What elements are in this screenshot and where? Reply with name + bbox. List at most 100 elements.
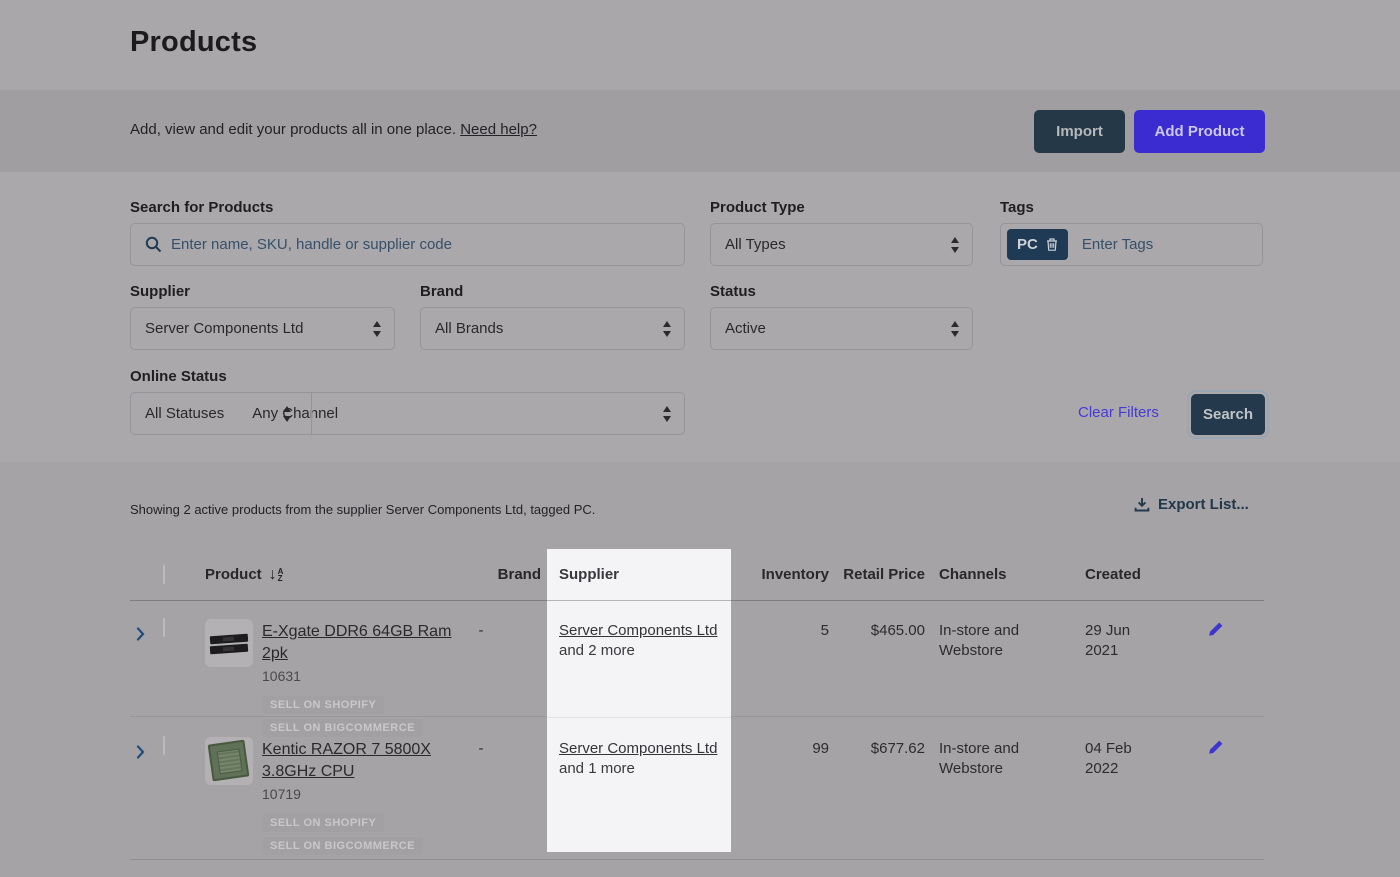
tag-chip-pc[interactable]: PC [1007, 229, 1068, 260]
channels-value: In-store and Webstore [939, 739, 1031, 779]
product-info: E-Xgate DDR6 64GB Ram 2pk 10631 SELL ON … [262, 619, 455, 737]
header-retail-price: Retail Price [829, 566, 925, 583]
row-checkbox[interactable] [163, 736, 165, 755]
retail-price-value: $677.62 [829, 739, 925, 759]
clear-filters-link[interactable]: Clear Filters [1078, 404, 1159, 421]
tags-field[interactable]: PC [1000, 223, 1263, 266]
chevron-right-icon[interactable] [136, 745, 145, 759]
sort-letter-z: Z [278, 575, 284, 582]
online-status-label: Online Status [130, 368, 227, 385]
select-arrows-icon [663, 406, 671, 422]
export-list-label: Export List... [1158, 496, 1249, 513]
header-product: Product ↓ AZ [205, 566, 455, 583]
export-list-link[interactable]: Export List... [1134, 496, 1249, 513]
product-sku: 10631 [262, 668, 455, 684]
import-button[interactable]: Import [1034, 110, 1125, 153]
edit-pencil-icon[interactable] [1208, 621, 1224, 637]
search-field[interactable] [130, 223, 685, 266]
chevron-right-icon[interactable] [136, 627, 145, 641]
inventory-value: 5 [731, 621, 829, 641]
supplier-select[interactable]: Server Components Ltd [130, 307, 395, 350]
product-type-select[interactable]: All Types [710, 223, 973, 266]
product-cell: Kentic RAZOR 7 5800X 3.8GHz CPU 10719 SE… [205, 737, 455, 855]
row-checkbox-cell [156, 737, 205, 755]
retail-price-cell: $677.62 [829, 737, 925, 759]
product-name-link[interactable]: Kentic RAZOR 7 5800X 3.8GHz CPU [262, 741, 431, 780]
product-info: Kentic RAZOR 7 5800X 3.8GHz CPU 10719 SE… [262, 737, 455, 855]
inventory-cell: 99 [731, 737, 829, 759]
brand-filter-value: All Brands [421, 320, 503, 337]
tag-chip-label: PC [1017, 236, 1038, 253]
inventory-value: 99 [731, 739, 829, 759]
header-product-label: Product [205, 566, 262, 583]
supplier-column-highlight [547, 549, 731, 852]
supplier-link[interactable]: Server Components Ltd [559, 622, 717, 639]
channels-cell: In-store and Webstore [925, 737, 1071, 779]
filters-panel: Search for Products Product Type All Typ… [0, 172, 1400, 462]
header-brand: Brand [455, 566, 547, 583]
supplier-cell: Server Components Ltd and 1 more [547, 737, 731, 779]
sell-on-shopify-badge: SELL ON SHOPIFY [262, 814, 384, 832]
retail-price-cell: $465.00 [829, 619, 925, 641]
select-arrows-icon [951, 321, 959, 337]
channel-badges: SELL ON SHOPIFY SELL ON BIGCOMMERCE [262, 696, 455, 737]
channel-value[interactable]: Any Channel [224, 405, 338, 422]
channel-badges: SELL ON SHOPIFY SELL ON BIGCOMMERCE [262, 814, 455, 855]
online-status-value[interactable]: All Statuses [131, 405, 224, 422]
select-arrows-icon [951, 237, 959, 253]
add-product-button[interactable]: Add Product [1134, 110, 1265, 153]
product-cell: E-Xgate DDR6 64GB Ram 2pk 10631 SELL ON … [205, 619, 455, 737]
header-created: Created [1071, 566, 1181, 583]
row-checkbox[interactable] [163, 618, 165, 637]
download-icon [1134, 497, 1150, 512]
created-cell: 04 Feb 2022 [1071, 737, 1181, 779]
supplier-filter-value: Server Components Ltd [131, 320, 303, 337]
trash-icon[interactable] [1046, 238, 1058, 251]
supplier-filter-label: Supplier [130, 283, 190, 300]
select-arrows-icon [373, 321, 381, 337]
product-image [205, 619, 253, 667]
retail-price-value: $465.00 [829, 621, 925, 641]
toolbar: Add, view and edit your products all in … [0, 90, 1400, 172]
edit-pencil-icon[interactable] [1208, 739, 1224, 755]
search-label: Search for Products [130, 199, 273, 216]
status-filter-label: Status [710, 283, 756, 300]
channels-cell: In-store and Webstore [925, 619, 1071, 661]
brand-filter-label: Brand [420, 283, 463, 300]
supplier-more: and 2 more [559, 641, 731, 661]
brand-cell: - [455, 737, 547, 759]
edit-cell [1181, 619, 1264, 642]
header-supplier: Supplier [547, 566, 731, 583]
header-inventory: Inventory [731, 566, 829, 583]
select-arrows-icon [283, 406, 291, 422]
search-icon [145, 236, 162, 253]
search-button[interactable]: Search [1191, 394, 1265, 435]
sell-on-bigcommerce-badge: SELL ON BIGCOMMERCE [262, 837, 423, 855]
products-page: Products Add, view and edit your product… [0, 0, 1400, 877]
select-all-checkbox[interactable] [163, 565, 165, 584]
created-cell: 29 Jun 2021 [1071, 619, 1181, 661]
search-input[interactable] [171, 236, 684, 253]
online-status-field: All Statuses Any Channel [130, 392, 685, 435]
brand-select[interactable]: All Brands [420, 307, 685, 350]
edit-cell [1181, 737, 1264, 760]
need-help-link[interactable]: Need help? [460, 121, 537, 138]
inventory-cell: 5 [731, 619, 829, 641]
sort-az-icon[interactable]: ↓ AZ [269, 568, 284, 582]
created-value: 04 Feb 2022 [1085, 739, 1149, 779]
page-header: Products [0, 0, 1400, 90]
row-expand-cell [130, 737, 156, 764]
status-select[interactable]: Active [710, 307, 973, 350]
supplier-link[interactable]: Server Components Ltd [559, 740, 717, 757]
supplier-cell: Server Components Ltd and 2 more [547, 619, 731, 661]
select-arrows-icon [663, 321, 671, 337]
sell-on-shopify-badge: SELL ON SHOPIFY [262, 696, 384, 714]
results-summary: Showing 2 active products from the suppl… [130, 502, 595, 517]
brand-value: - [455, 621, 547, 641]
tags-input[interactable] [1082, 236, 1262, 253]
product-name-link[interactable]: E-Xgate DDR6 64GB Ram 2pk [262, 623, 451, 662]
sell-on-bigcommerce-badge: SELL ON BIGCOMMERCE [262, 719, 423, 737]
sort-arrow: ↓ [269, 568, 277, 582]
channels-value: In-store and Webstore [939, 621, 1031, 661]
supplier-more: and 1 more [559, 759, 731, 779]
